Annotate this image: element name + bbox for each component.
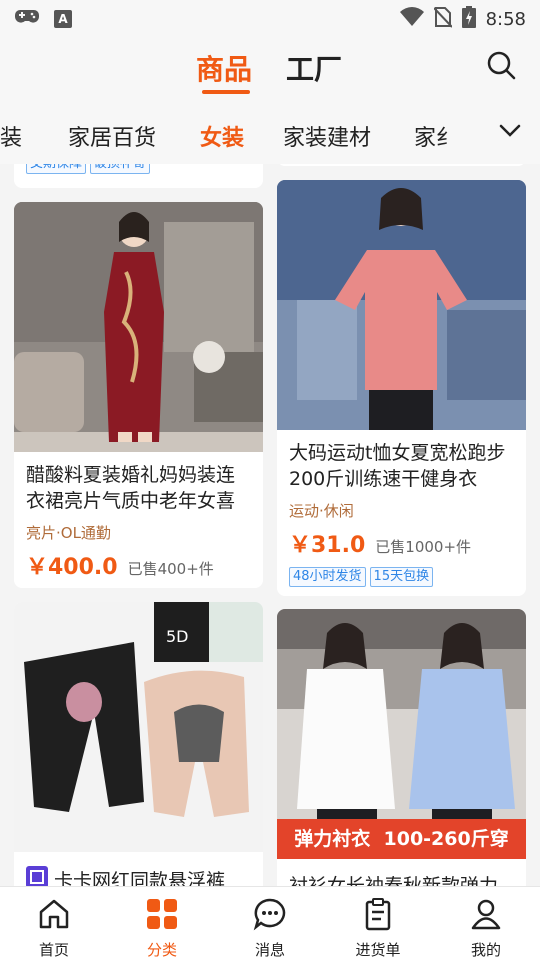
category-grid-icon <box>145 897 179 939</box>
wifi-icon <box>399 7 424 32</box>
tab-active-indicator <box>202 90 250 94</box>
clipboard-icon <box>361 897 395 939</box>
product-sold-count: 已售400+件 <box>127 560 214 578</box>
product-image: 5D <box>14 602 263 852</box>
no-sim-icon <box>432 6 453 33</box>
product-card[interactable] <box>277 164 526 166</box>
product-card[interactable]: 弹力衬衣 100-260斤穿 衬衫女长袖春秋新款弹力 <box>277 609 526 886</box>
badge-damage-replacement: 破损补寄 <box>90 164 151 174</box>
product-price: ￥400.0 <box>26 555 118 580</box>
product-title: 衬衫女长袖春秋新款弹力 <box>289 875 499 886</box>
chat-bubble-icon <box>253 897 287 939</box>
category-womenswear[interactable]: 女装 <box>200 120 244 152</box>
category-expand-button[interactable] <box>480 100 540 164</box>
battery-charging-icon <box>461 6 476 33</box>
nav-category[interactable]: 分类 <box>108 887 216 960</box>
product-promo-banner: 弹力衬衣 100-260斤穿 <box>294 828 509 850</box>
nav-purchase-list[interactable]: 进货单 <box>324 887 432 960</box>
category-building-materials[interactable]: 家装建材 <box>283 120 371 152</box>
package-label: 5D <box>166 627 189 646</box>
product-style-tag: 运动·休闲 <box>289 502 354 520</box>
product-image <box>277 180 526 430</box>
nav-profile-label: 我的 <box>470 941 501 959</box>
nav-profile[interactable]: 我的 <box>432 887 540 960</box>
nav-purchase-list-label: 进货单 <box>355 941 401 959</box>
nav-messages[interactable]: 消息 <box>216 887 324 960</box>
product-price: ￥31.0 <box>289 533 366 558</box>
product-title: 醋酸料夏装婚礼妈妈装连衣裙亮片气质中老年女喜 <box>26 464 236 512</box>
status-time: 8:58 <box>485 9 526 30</box>
status-bar: A 8:58 <box>0 0 540 36</box>
tab-factory[interactable]: 工厂 <box>286 48 342 88</box>
badge-48h-shipping: 48小时发货 <box>289 567 366 587</box>
product-sold-count: 已售1000+件 <box>375 538 472 556</box>
user-icon <box>469 897 503 939</box>
product-title: 大码运动t恤女夏宽松跑步200斤训练速干健身衣 <box>289 442 506 490</box>
nav-home-label: 首页 <box>38 941 69 959</box>
bottom-nav: 首页 分类 消息 进货单 我的 <box>0 886 540 960</box>
product-card[interactable]: 交期保障 破损补寄 <box>14 164 263 188</box>
tab-goods[interactable]: 商品 <box>196 48 252 88</box>
gamepad-icon <box>14 8 40 30</box>
category-tabs: 男装 家居百货 女装 家装建材 家纟 <box>0 100 540 164</box>
top-header: 商品 工厂 <box>0 36 540 100</box>
badge-15day-exchange: 15天包换 <box>369 567 434 587</box>
nav-home[interactable]: 首页 <box>0 887 108 960</box>
nav-category-label: 分类 <box>146 941 177 959</box>
product-card[interactable]: 醋酸料夏装婚礼妈妈装连衣裙亮片气质中老年女喜 亮片·OL通勤 ￥400.0 已售… <box>14 202 263 588</box>
product-grid: 交期保障 破损补寄 醋酸料夏装婚礼妈妈装连衣裙亮片气质 <box>0 164 540 886</box>
product-card[interactable]: 大码运动t恤女夏宽松跑步200斤训练速干健身衣 运动·休闲 ￥31.0 已售10… <box>277 180 526 596</box>
badge-delivery-guarantee: 交期保障 <box>26 164 87 174</box>
product-title: 卡卡网红同款悬浮裤 <box>54 869 226 887</box>
brand-icon <box>26 866 48 886</box>
search-icon[interactable] <box>486 50 518 82</box>
product-card[interactable]: 5D 卡卡网红同款悬浮裤 <box>14 602 263 886</box>
home-icon <box>37 897 71 939</box>
product-image: 弹力衬衣 100-260斤穿 <box>277 609 526 859</box>
nav-messages-label: 消息 <box>254 941 285 959</box>
category-home-goods[interactable]: 家居百货 <box>68 120 156 152</box>
chevron-down-icon <box>499 123 521 142</box>
category-menswear[interactable]: 男装 <box>0 120 22 152</box>
product-image <box>14 202 263 452</box>
a-notification-icon: A <box>54 10 72 28</box>
product-style-tag: 亮片·OL通勤 <box>26 524 111 542</box>
